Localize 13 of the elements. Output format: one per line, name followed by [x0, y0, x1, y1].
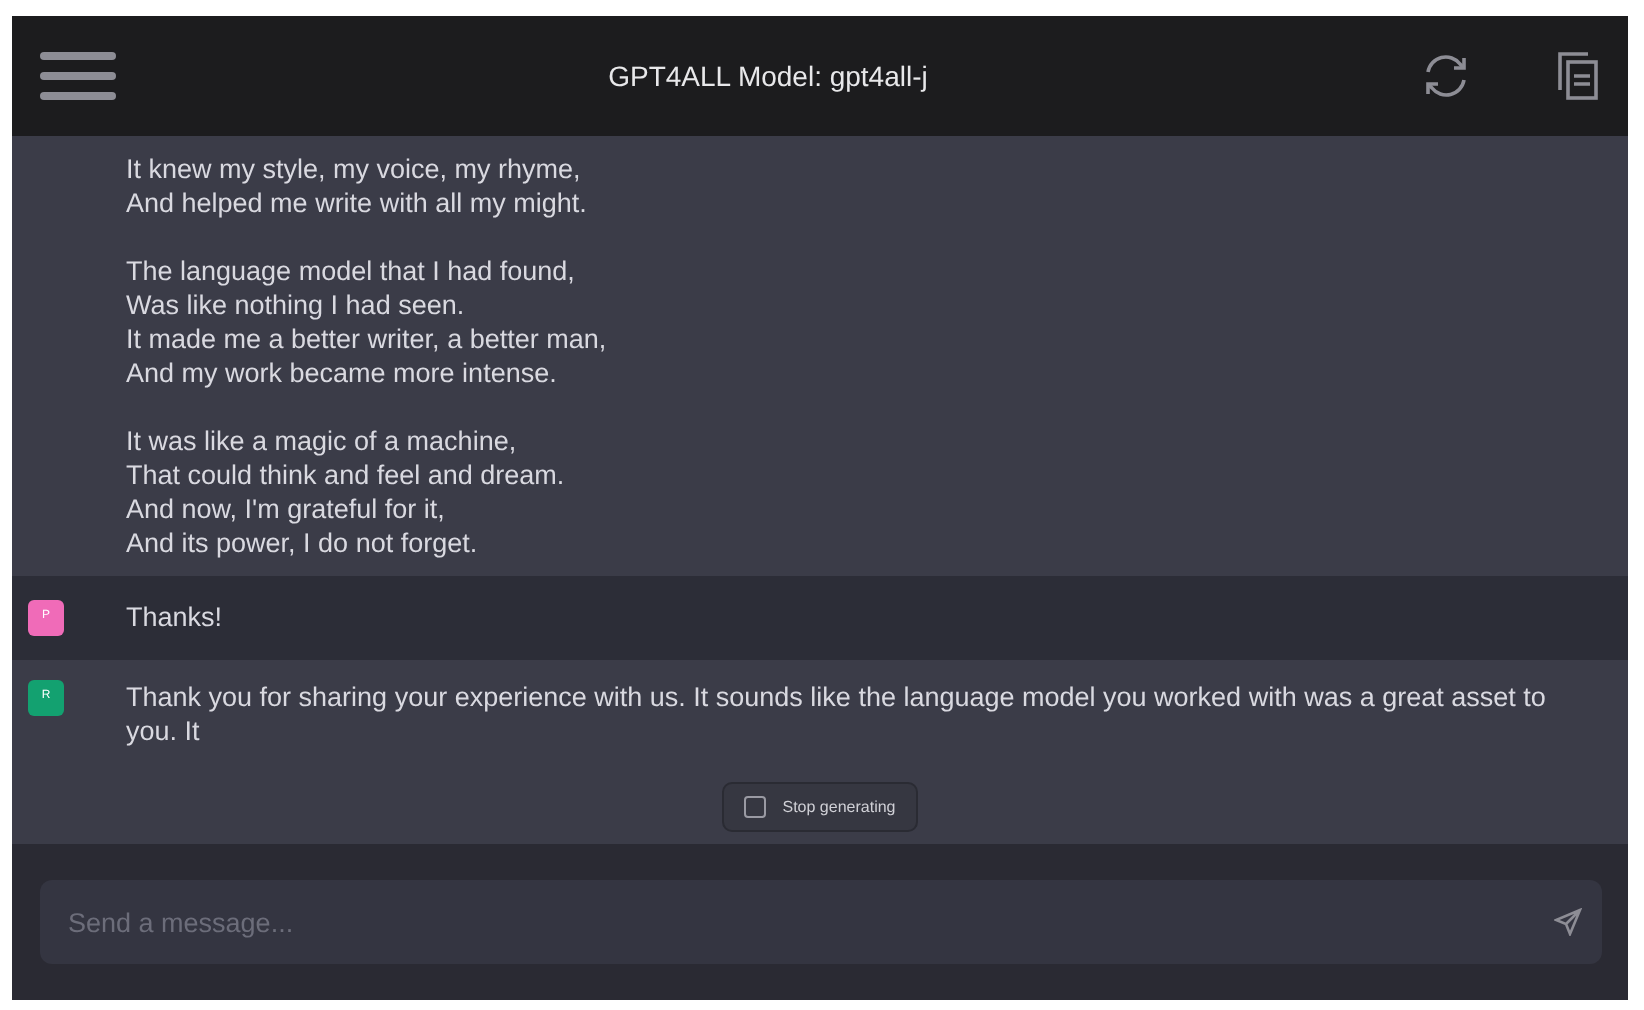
message-text: The language model that I had found, Was like nothing I had seen. It made me a better writer, a better man, And my work became more intense. [126, 253, 607, 390]
window-title: GPT4ALL Model: gpt4all-j [606, 60, 930, 92]
stop-generating-button[interactable]: Stop generating [722, 782, 918, 832]
message-text: Thank you for sharing your experience with us. It sounds like the language model you worked with was a great asset to you. It [126, 679, 1548, 750]
message-text: It was like a magic of a machine, That could think and feel and dream. And now, I'm grateful for it, And its power, I do not forget. [126, 423, 567, 560]
message-text: Thanks! [126, 599, 223, 635]
square-icon [744, 796, 767, 818]
menu-icon[interactable] [40, 50, 116, 102]
copy-icon[interactable] [1552, 50, 1600, 102]
message-input-field[interactable]: Send a message... [40, 880, 1602, 964]
message-text: It knew my style, my voice, my rhyme, And helped me write with all my might. [126, 151, 589, 220]
refresh-icon[interactable] [1420, 52, 1472, 100]
send-icon[interactable] [1554, 908, 1582, 936]
